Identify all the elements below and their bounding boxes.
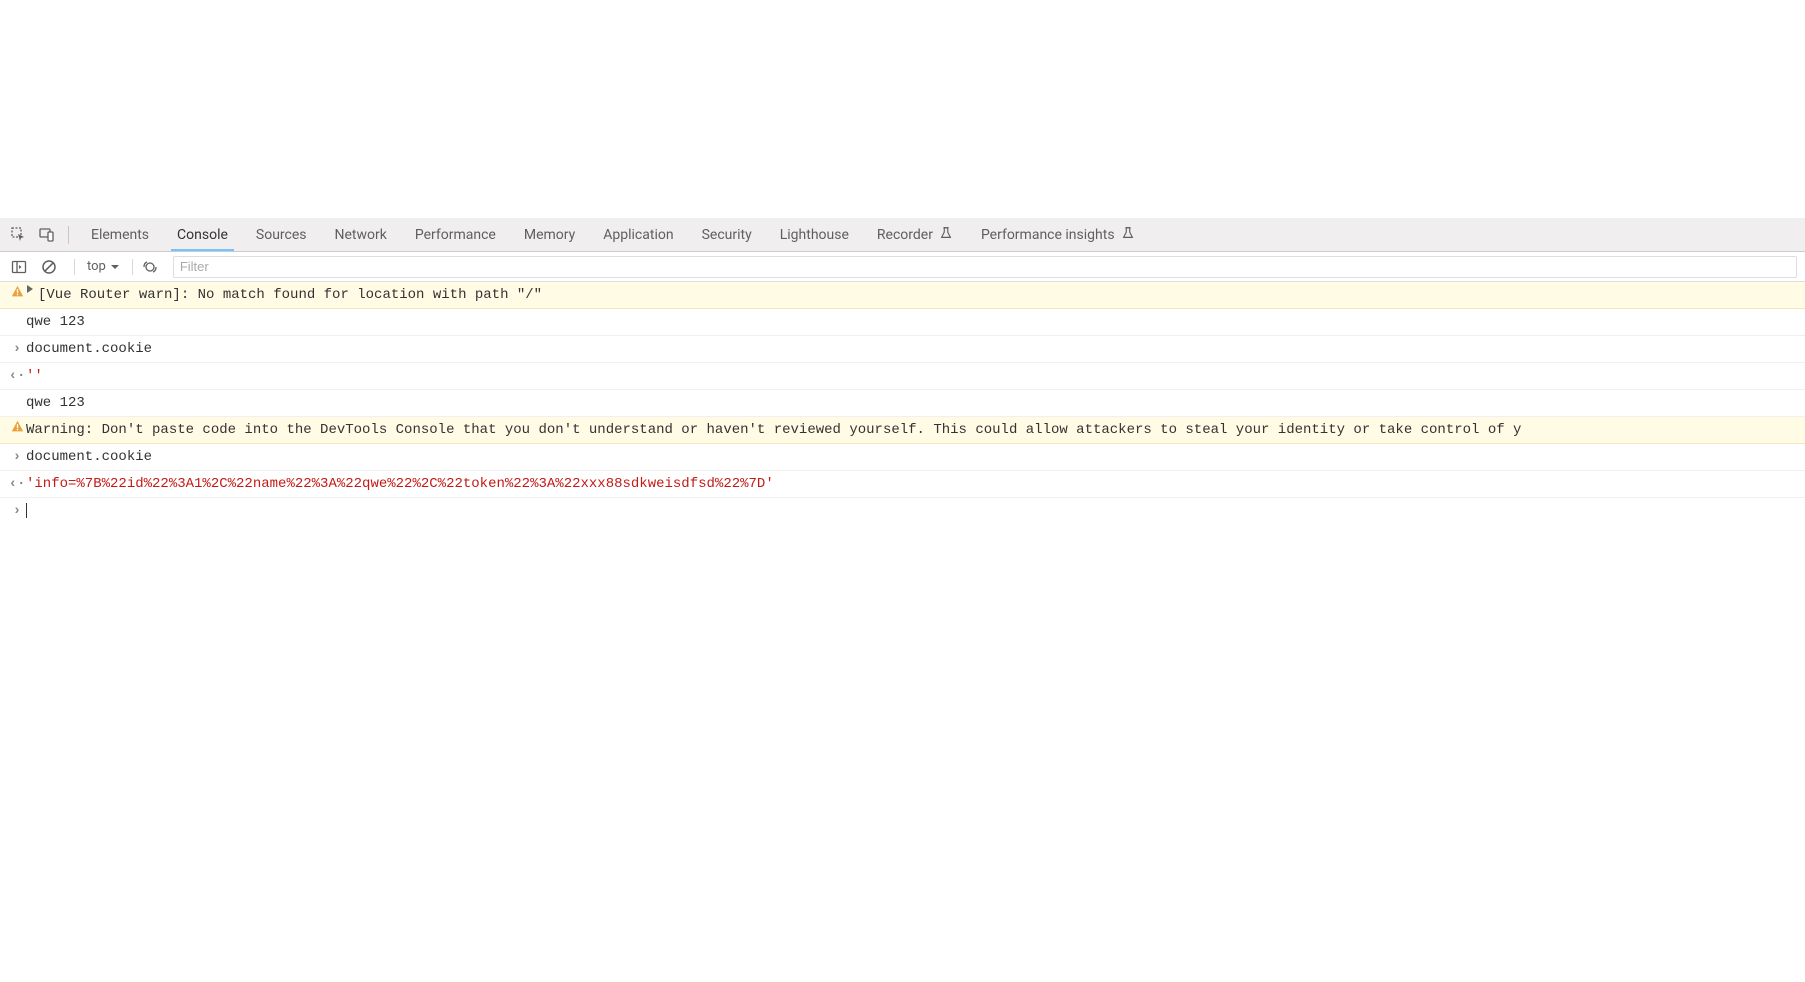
console-text: document.cookie: [26, 339, 1797, 359]
console-warning-row[interactable]: Warning: Don't paste code into the DevTo…: [0, 417, 1805, 444]
cursor-icon: [26, 503, 27, 518]
divider: [68, 226, 69, 244]
input-chevron-icon: ›: [8, 339, 26, 359]
tab-performance-insights[interactable]: Performance insights: [967, 218, 1149, 251]
tab-elements[interactable]: Elements: [77, 218, 163, 251]
warning-icon: [8, 420, 26, 433]
filter-input[interactable]: [173, 256, 1797, 278]
tab-label: Lighthouse: [780, 227, 849, 243]
console-text: document.cookie: [26, 447, 1797, 467]
tab-label: Application: [603, 227, 673, 243]
tab-label: Sources: [256, 227, 307, 243]
page-content-area: [0, 0, 1805, 218]
console-log-row[interactable]: qwe 123: [0, 390, 1805, 417]
context-selector[interactable]: top: [81, 259, 126, 274]
tab-sources[interactable]: Sources: [242, 218, 321, 251]
tab-recorder[interactable]: Recorder: [863, 218, 967, 251]
console-output-row[interactable]: ‹· '': [0, 363, 1805, 390]
sidebar-toggle-icon[interactable]: [8, 256, 30, 278]
tab-label: Console: [177, 227, 228, 243]
console-text: Warning: Don't paste code into the DevTo…: [26, 420, 1797, 440]
tab-label: Performance insights: [981, 227, 1115, 243]
console-warning-row[interactable]: [Vue Router warn]: No match found for lo…: [0, 282, 1805, 309]
tab-label: Elements: [91, 227, 149, 243]
tab-network[interactable]: Network: [321, 218, 401, 251]
context-label: top: [87, 259, 106, 274]
console-input-row[interactable]: › document.cookie: [0, 444, 1805, 471]
experimental-icon: [939, 226, 953, 244]
console-input-row[interactable]: › document.cookie: [0, 336, 1805, 363]
warning-icon: [8, 285, 26, 298]
tab-console[interactable]: Console: [163, 218, 242, 251]
tab-label: Memory: [524, 227, 575, 243]
tab-label: Performance: [415, 227, 496, 243]
output-chevron-icon: ‹·: [8, 474, 26, 494]
live-expression-icon[interactable]: [139, 256, 161, 278]
expand-icon[interactable]: [26, 285, 36, 293]
console-text: qwe 123: [26, 312, 1797, 332]
console-text: 'info=%7B%22id%22%3A1%2C%22name%22%3A%22…: [26, 474, 1797, 494]
input-chevron-icon: ›: [8, 501, 26, 521]
console-prompt-row[interactable]: ›: [0, 498, 1805, 524]
console-log-row[interactable]: qwe 123: [0, 309, 1805, 336]
tab-label: Recorder: [877, 227, 933, 243]
input-chevron-icon: ›: [8, 447, 26, 467]
tab-lighthouse[interactable]: Lighthouse: [766, 218, 863, 251]
tab-memory[interactable]: Memory: [510, 218, 589, 251]
console-prompt[interactable]: [26, 501, 1797, 521]
console-text: '': [26, 366, 1797, 386]
output-chevron-icon: ‹·: [8, 366, 26, 386]
device-toolbar-icon[interactable]: [36, 224, 58, 246]
tab-label: Security: [702, 227, 752, 243]
devtools-tabs-bar: Elements Console Sources Network Perform…: [0, 218, 1805, 252]
divider: [132, 259, 133, 275]
console-toolbar: top: [0, 252, 1805, 282]
inspect-element-icon[interactable]: [8, 224, 30, 246]
console-output-row[interactable]: ‹· 'info=%7B%22id%22%3A1%2C%22name%22%3A…: [0, 471, 1805, 498]
console-text: [Vue Router warn]: No match found for lo…: [38, 285, 1797, 305]
console-output: [Vue Router warn]: No match found for lo…: [0, 282, 1805, 524]
tabs-container: Elements Console Sources Network Perform…: [77, 218, 1149, 251]
tab-security[interactable]: Security: [688, 218, 766, 251]
clear-console-icon[interactable]: [38, 256, 60, 278]
tab-label: Network: [335, 227, 387, 243]
console-text: qwe 123: [26, 393, 1797, 413]
tab-performance[interactable]: Performance: [401, 218, 510, 251]
experimental-icon: [1121, 226, 1135, 244]
tab-application[interactable]: Application: [589, 218, 687, 251]
divider: [74, 259, 75, 275]
